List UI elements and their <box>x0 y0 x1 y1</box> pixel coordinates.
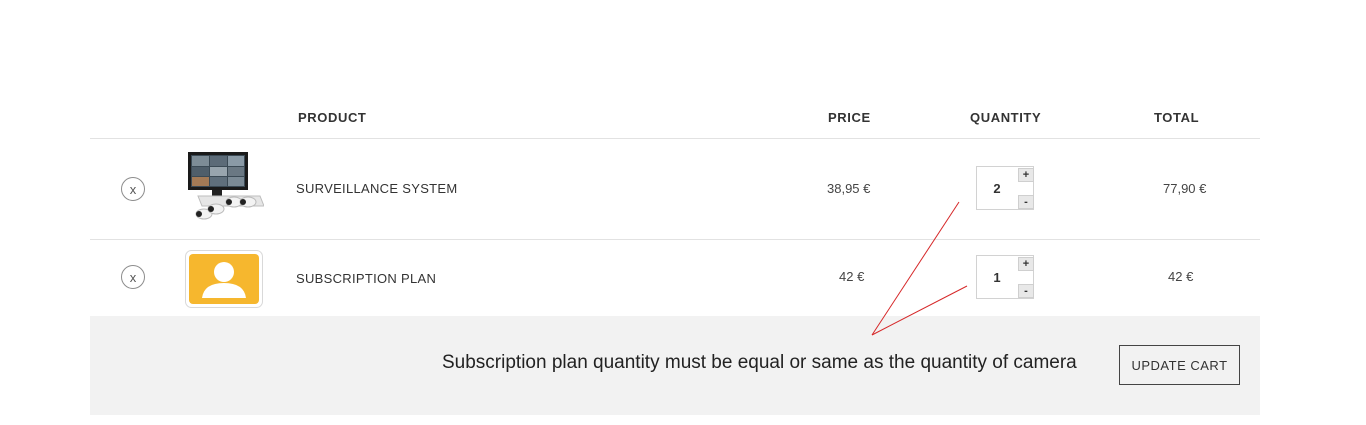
annotation-arrow-line <box>871 201 960 336</box>
cart-page: PRODUCT PRICE QUANTITY TOTAL x SURVEILLA… <box>0 0 1366 425</box>
annotation-arrow-line <box>871 285 968 336</box>
annotation-arrows <box>871 201 968 336</box>
